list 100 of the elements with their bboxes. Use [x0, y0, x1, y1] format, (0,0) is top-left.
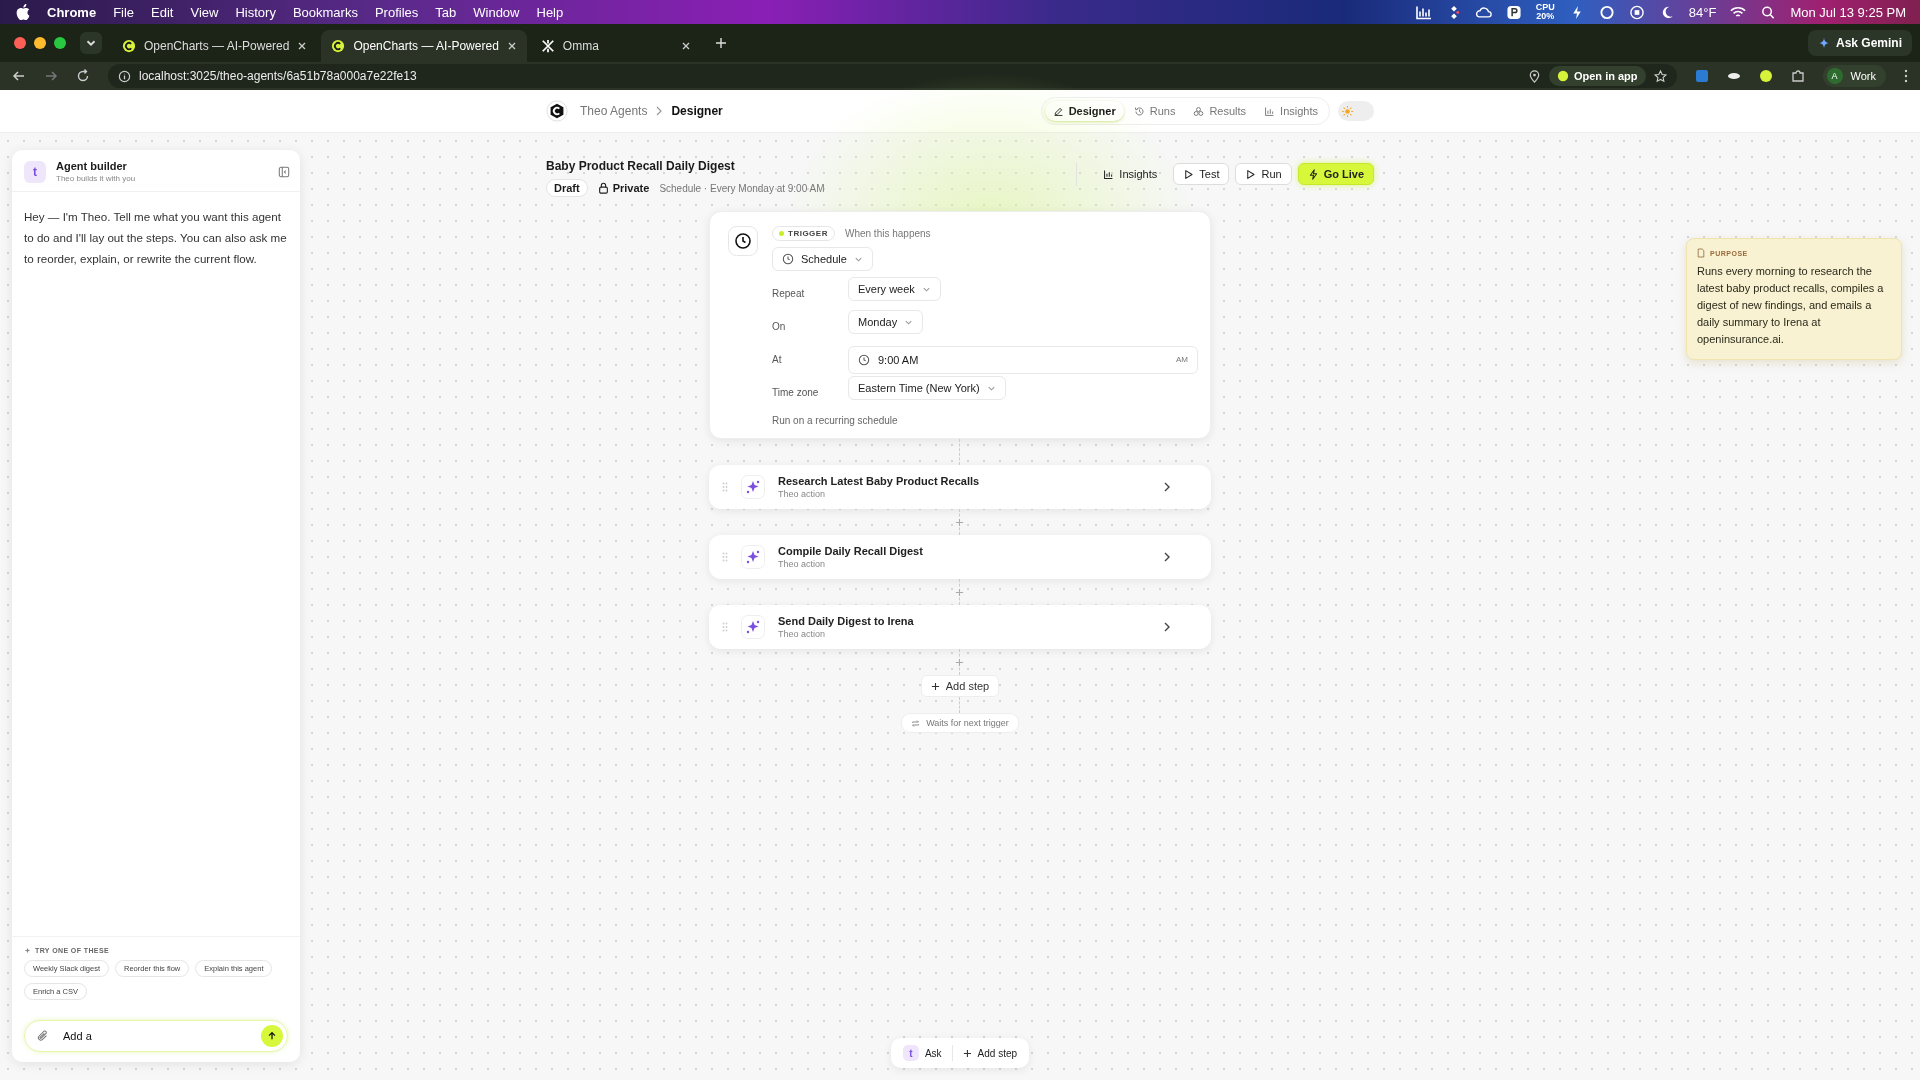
plus-icon [930, 681, 940, 691]
menu-item[interactable]: History [235, 4, 276, 20]
breadcrumb-item[interactable]: Theo Agents [580, 104, 648, 118]
breadcrumb-item[interactable]: Designer [671, 104, 723, 118]
app-icon[interactable] [1505, 4, 1522, 20]
ask-gemini-button[interactable]: Ask Gemini [1807, 30, 1912, 56]
bar-chart-icon [1264, 105, 1276, 117]
action-button[interactable]: Run [1235, 163, 1292, 185]
location-icon[interactable] [1527, 69, 1541, 83]
back-icon[interactable] [12, 69, 26, 83]
attach-icon[interactable] [37, 1030, 49, 1042]
menu-item[interactable]: Edit [151, 4, 174, 20]
field-label: At [772, 354, 783, 365]
agent-title: Baby Product Recall Daily Digest [546, 159, 736, 173]
add-step-button[interactable]: Add step [958, 1042, 1022, 1064]
close-icon[interactable] [680, 41, 691, 51]
trigger-caption: When this happens [844, 228, 931, 239]
close-window-icon[interactable] [14, 37, 26, 49]
view-tab[interactable]: Designer [1044, 101, 1124, 121]
more-icon[interactable] [1904, 69, 1908, 83]
search-icon[interactable] [1760, 4, 1777, 20]
drag-handle-icon[interactable] [722, 482, 728, 492]
field-label: On [772, 321, 787, 332]
chevron-down-icon[interactable] [80, 32, 102, 54]
menu-item[interactable]: Tab [435, 4, 457, 20]
document-icon [1697, 248, 1705, 258]
stop-icon[interactable] [1628, 4, 1645, 20]
drag-handle-icon[interactable] [722, 552, 728, 562]
address-bar[interactable]: localhost:3025/theo-agents/6a51b78a000a7e22fe13 Open in app [108, 64, 1677, 88]
forward-icon[interactable] [44, 69, 58, 83]
view-tab[interactable]: Insights [1256, 101, 1326, 121]
sparkle-icon [741, 545, 765, 569]
action-button[interactable]: Insights [1093, 163, 1168, 185]
sparkle-icon [741, 475, 765, 499]
star-icon[interactable] [1653, 69, 1667, 83]
menu-item[interactable]: View [190, 4, 219, 20]
assistant-message: Hey — I'm Theo. Tell me what you want this agent to do and I'll lay out the steps. You can also ask me to reorder, explain, or rewrite the current flow. [23, 209, 288, 267]
clock-icon [858, 353, 870, 366]
logo-icon [122, 39, 136, 53]
maximize-icon[interactable] [54, 37, 66, 49]
logo-icon[interactable] [546, 100, 568, 122]
action-button[interactable]: Test [1173, 163, 1230, 185]
circle-icon[interactable] [1598, 4, 1615, 20]
extension-icon[interactable] [1694, 69, 1709, 83]
select-dropdown[interactable]: Eastern Time (New York) [848, 376, 1006, 400]
close-icon[interactable] [297, 41, 308, 51]
cloud-icon[interactable] [1475, 4, 1492, 20]
drag-handle-icon[interactable] [722, 622, 728, 632]
reload-icon[interactable] [76, 69, 90, 83]
chevron-right-icon[interactable] [1163, 551, 1171, 563]
step-card[interactable]: Research Latest Baby Product Recalls Theo action [709, 465, 1211, 509]
step-subtitle: Theo action [778, 559, 827, 569]
action-button[interactable]: Go Live [1297, 163, 1374, 185]
menu-item[interactable]: Bookmarks [292, 4, 358, 20]
chart-icon[interactable] [1415, 4, 1432, 20]
view-tab[interactable]: Runs [1125, 101, 1184, 121]
close-icon[interactable] [506, 41, 517, 51]
chevron-right-icon[interactable] [1163, 481, 1171, 493]
panel-title: Agent builder [56, 160, 128, 172]
visibility-label[interactable]: Private [597, 182, 650, 194]
bar-chart-icon [1103, 168, 1115, 180]
theo-avatar: t [24, 160, 46, 183]
weather-reading[interactable]: 84°F [1688, 4, 1717, 20]
puzzle-icon[interactable] [1790, 69, 1805, 83]
select-dropdown[interactable]: Monday [848, 310, 924, 334]
dot-icon [779, 231, 784, 236]
ask-button[interactable]: t Ask [898, 1042, 946, 1064]
step-card[interactable]: Send Daily Digest to Irena Theo action [709, 605, 1211, 649]
send-button[interactable] [261, 1025, 283, 1047]
clock-text[interactable]: Mon Jul 13 9:25 PM [1790, 4, 1906, 20]
step-card[interactable]: Compile Daily Recall Digest Theo action [709, 535, 1211, 579]
chevron-right-icon[interactable] [1163, 621, 1171, 633]
menu-item[interactable]: Chrome [47, 4, 97, 20]
arrow-up-icon [267, 1031, 277, 1041]
menu-item[interactable]: Window [473, 4, 520, 20]
browser-tab[interactable]: OpenCharts — AI-Powered [112, 30, 318, 62]
select-dropdown[interactable]: Every week [848, 277, 941, 301]
logo-icon[interactable] [1758, 69, 1773, 83]
view-tab[interactable]: Results [1185, 101, 1255, 121]
open-in-app-button[interactable]: Open in app [1548, 66, 1646, 86]
theme-toggle[interactable] [1338, 101, 1374, 121]
sun-icon [1341, 104, 1354, 118]
browser-tab[interactable]: Omma [530, 30, 701, 62]
menu-item[interactable]: Profiles [374, 4, 419, 20]
collapse-panel-icon[interactable] [278, 165, 290, 178]
menu-item[interactable]: File [113, 4, 135, 20]
trigger-type-dropdown[interactable]: Schedule [772, 247, 873, 271]
profile-button[interactable]: A Work [1822, 65, 1886, 87]
history-icon [1133, 105, 1145, 117]
browser-tab[interactable]: OpenCharts — AI-Powered [321, 30, 527, 62]
menu-item[interactable]: Help [536, 4, 564, 20]
add-step-button[interactable]: Add step [920, 675, 1000, 697]
message-input[interactable]: Add a [61, 1029, 249, 1043]
clock-icon [782, 253, 794, 265]
asterisk-icon [540, 39, 555, 53]
minimize-icon[interactable] [34, 37, 46, 49]
step-subtitle: Theo action [778, 489, 827, 499]
apple-icon[interactable] [16, 4, 30, 20]
cpu-meter[interactable]: CPU 20% [1535, 3, 1555, 21]
time-field[interactable]: 9:00 AM AM [848, 345, 1198, 374]
